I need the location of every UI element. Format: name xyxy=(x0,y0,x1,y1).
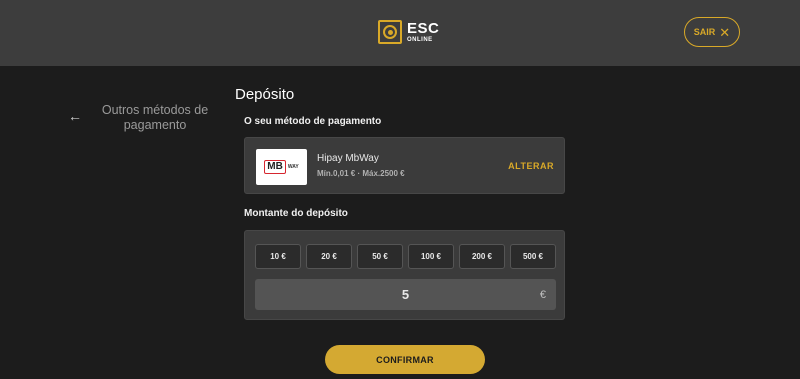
close-icon: ✕ xyxy=(719,24,731,40)
arrow-left-icon: ← xyxy=(68,108,82,124)
logout-label: SAIR xyxy=(693,27,716,37)
payment-method-card: MB WAY Hipay MbWay Mín.0,01 € · Máx.2500… xyxy=(244,137,565,194)
quick-amount-button[interactable]: 500 € xyxy=(510,244,556,269)
method-limits: Mín.0,01 € · Máx.2500 € xyxy=(317,169,405,178)
quick-amount-button[interactable]: 50 € xyxy=(357,244,403,269)
method-name: Hipay MbWay xyxy=(317,153,379,164)
logo-main-text: ESC xyxy=(407,20,440,37)
quick-amount-button[interactable]: 10 € xyxy=(255,244,301,269)
top-header: ESC ONLINE SAIR ✕ xyxy=(0,0,800,66)
logo-sub-text: ONLINE xyxy=(407,37,433,43)
back-label: Outros métodos de pagamento xyxy=(101,103,209,132)
change-method-button[interactable]: ALTERAR xyxy=(508,161,554,171)
logout-button[interactable]: SAIR ✕ xyxy=(684,17,740,47)
quick-amount-button[interactable]: 20 € xyxy=(306,244,352,269)
confirm-button[interactable]: CONFIRMAR xyxy=(325,345,485,374)
method-section-label: O seu método de pagamento xyxy=(244,116,382,127)
quick-amounts: 10 € 20 € 50 € 100 € 200 € 500 € xyxy=(255,244,556,269)
quick-amount-button[interactable]: 100 € xyxy=(408,244,454,269)
logo-mark-icon xyxy=(378,20,402,44)
amount-section-label: Montante do depósito xyxy=(244,208,348,219)
page-title: Depósito xyxy=(235,86,295,103)
mbway-logo: MB WAY xyxy=(256,149,307,185)
brand-logo[interactable]: ESC ONLINE xyxy=(378,18,439,46)
back-to-other-methods[interactable]: ← Outros métodos de pagamento xyxy=(68,103,218,137)
quick-amount-button[interactable]: 200 € xyxy=(459,244,505,269)
currency-symbol: € xyxy=(539,288,546,301)
amount-card: 10 € 20 € 50 € 100 € 200 € 500 € 5 € xyxy=(244,230,565,320)
deposit-amount-input[interactable]: 5 € xyxy=(255,279,556,310)
amount-value: 5 xyxy=(401,287,410,302)
